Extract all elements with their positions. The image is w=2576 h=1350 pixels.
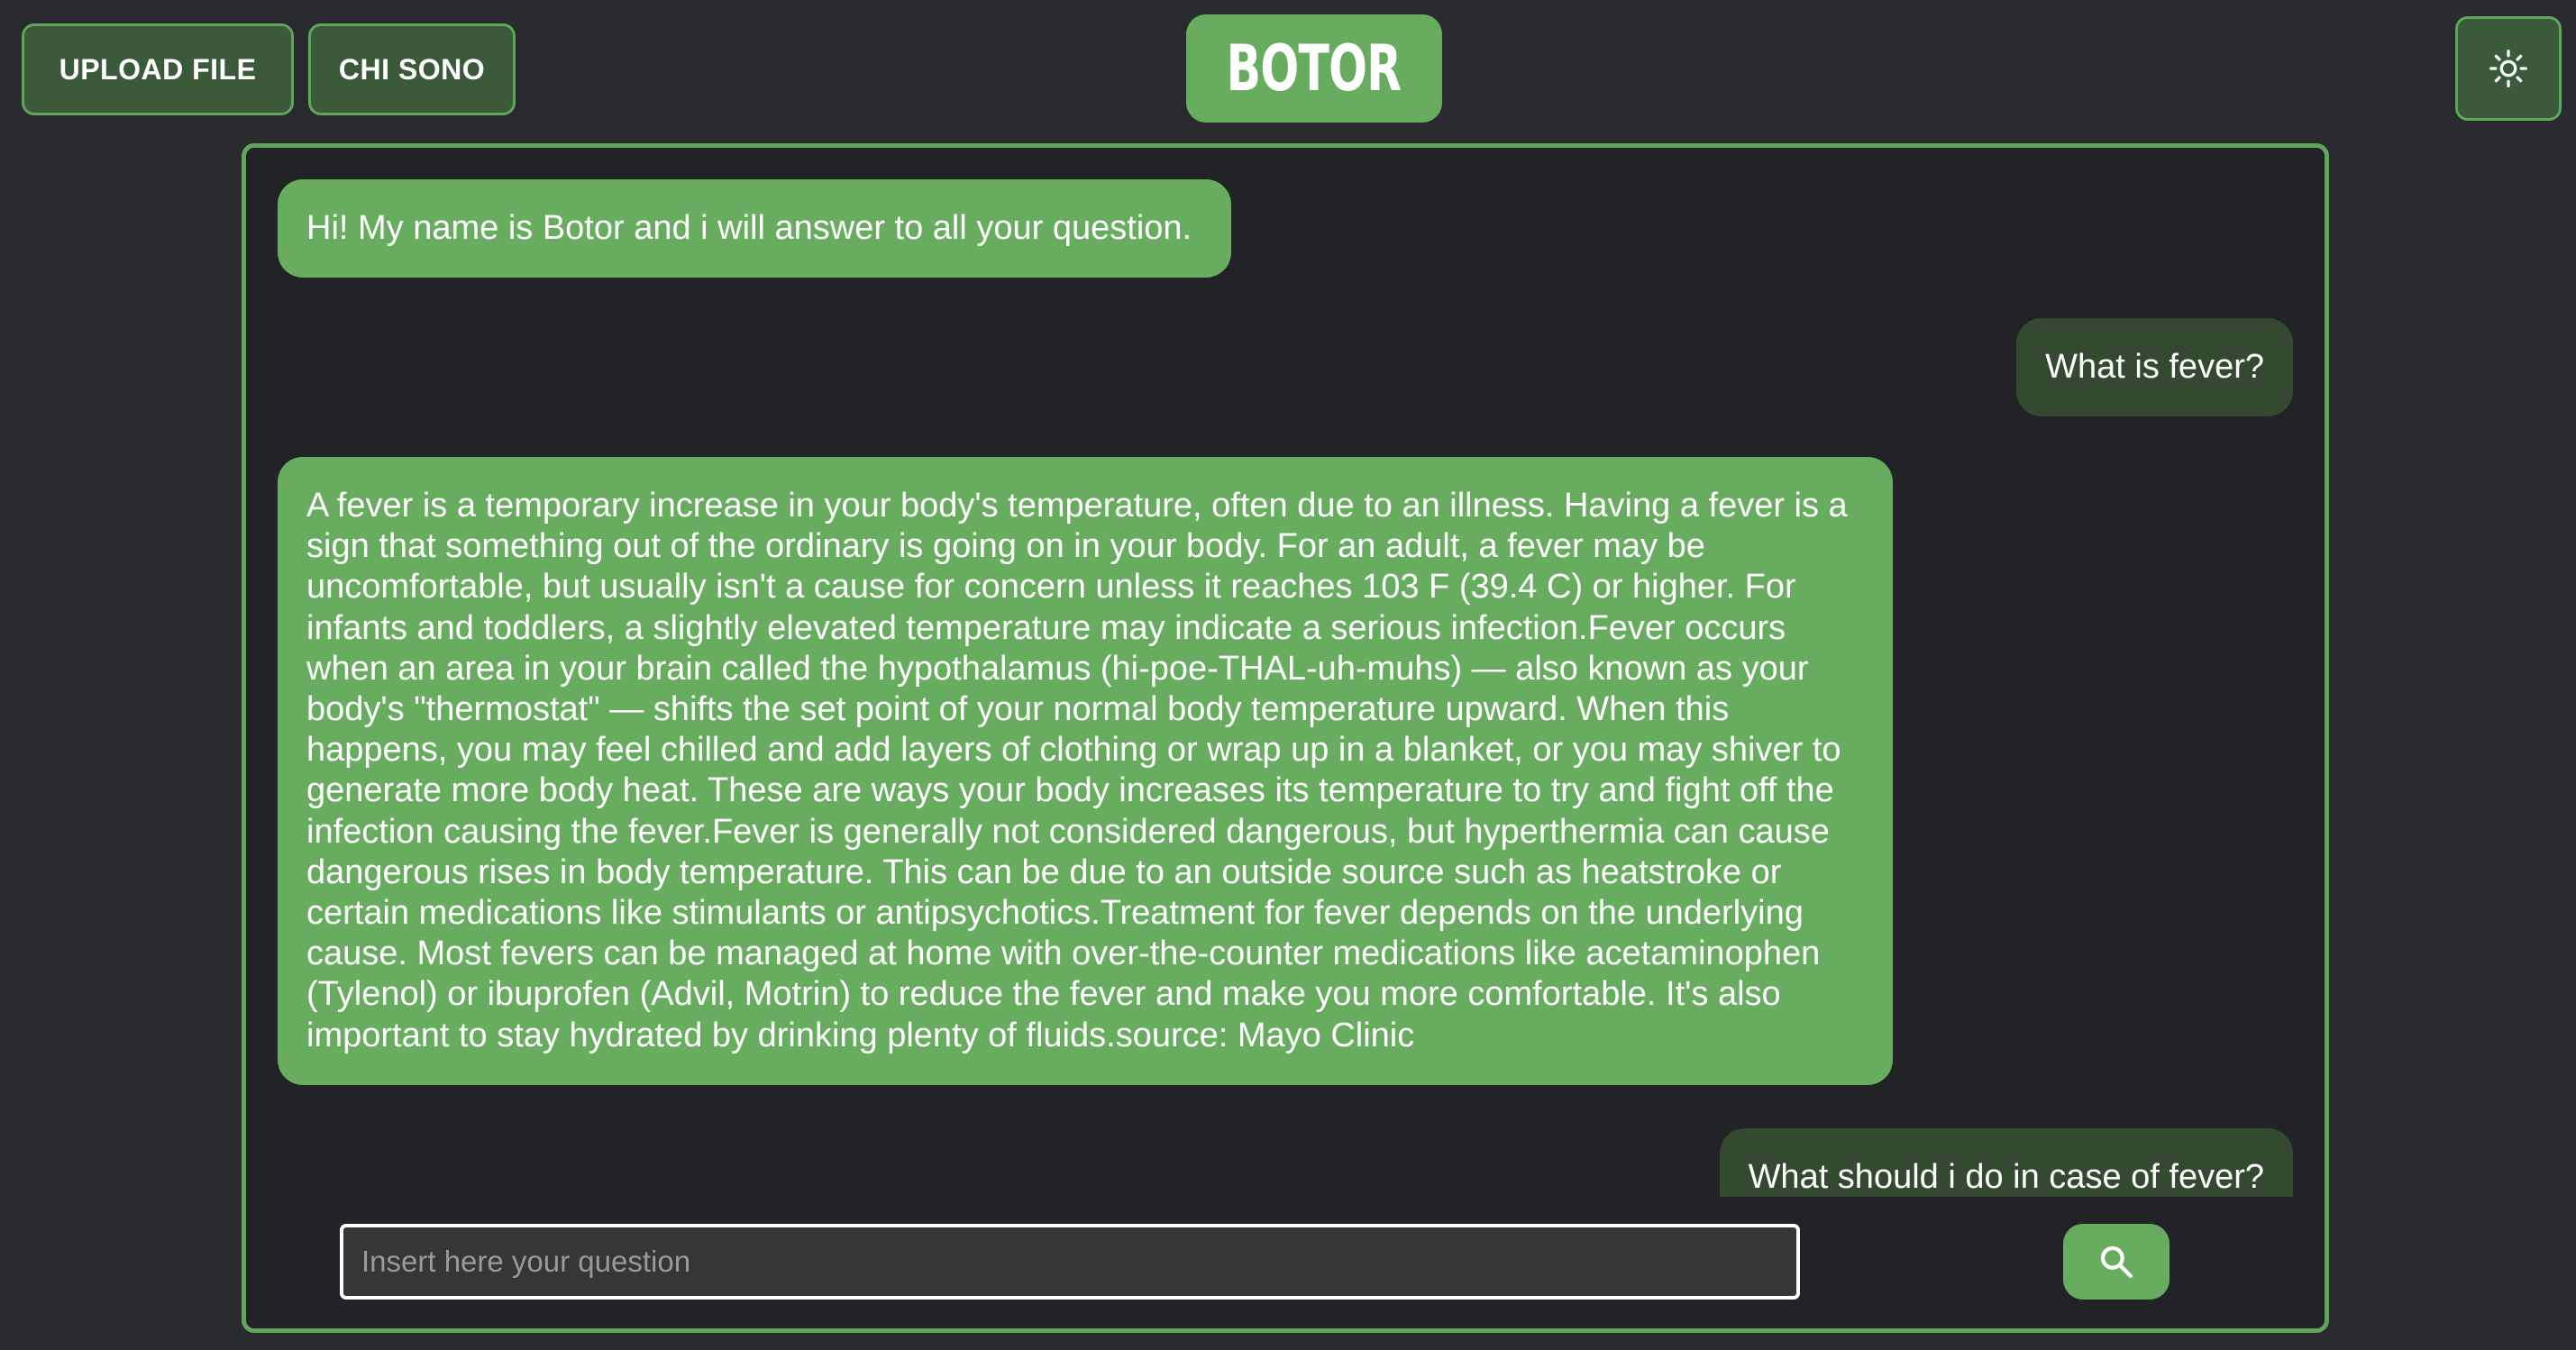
app-logo: BOTOR <box>1186 14 1442 123</box>
logo-text: BOTOR <box>1227 32 1402 105</box>
about-button[interactable]: CHI SONO <box>308 23 516 115</box>
send-button[interactable] <box>2063 1224 2170 1300</box>
bot-message: A fever is a temporary increase in your … <box>278 457 1893 1085</box>
search-icon <box>2100 1245 2133 1278</box>
user-message: What is fever? <box>2016 318 2293 417</box>
message-list[interactable]: Hi! My name is Botor and i will answer t… <box>246 148 2325 1197</box>
theme-toggle-button[interactable] <box>2455 16 2562 121</box>
bot-message: Hi! My name is Botor and i will answer t… <box>278 179 1231 278</box>
upload-file-button[interactable]: UPLOAD FILE <box>22 23 294 115</box>
chat-panel: Hi! My name is Botor and i will answer t… <box>242 143 2329 1333</box>
question-input[interactable] <box>340 1224 1800 1300</box>
sun-icon <box>2489 50 2527 87</box>
user-message: What should i do in case of fever? <box>1719 1128 2293 1197</box>
